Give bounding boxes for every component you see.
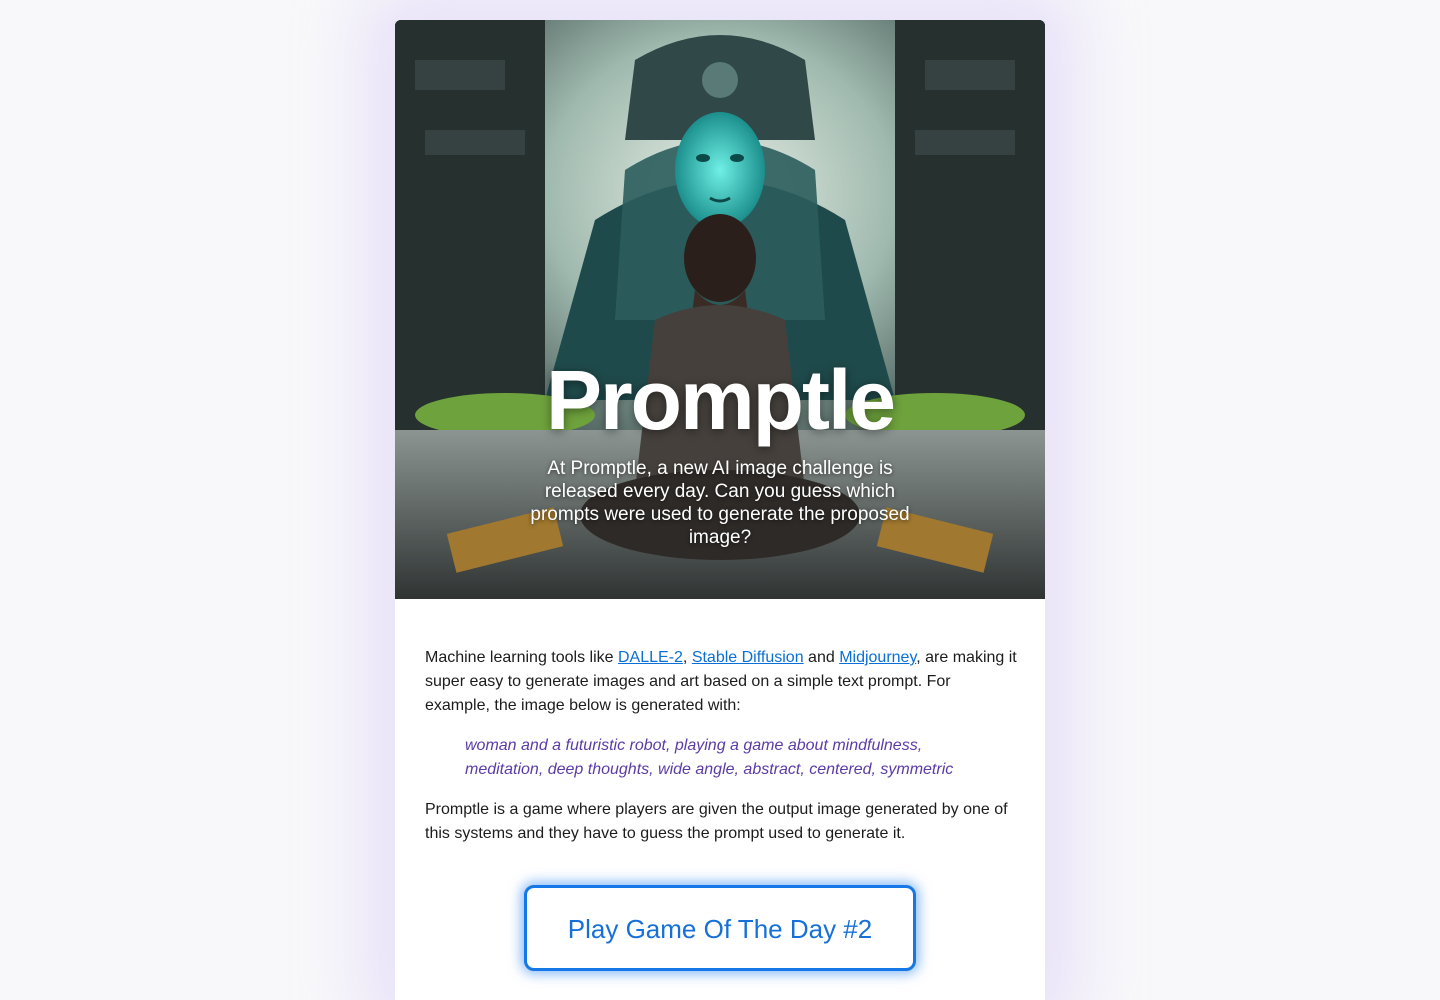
main-card: Promptle At Promptle, a new AI image cha… (395, 20, 1045, 1000)
link-dalle-2[interactable]: DALLE-2 (618, 649, 683, 666)
example-prompt: woman and a futuristic robot, playing a … (465, 737, 954, 778)
link-midjourney[interactable]: Midjourney (839, 649, 916, 666)
link-stable-diffusion[interactable]: Stable Diffusion (692, 649, 804, 666)
play-game-button[interactable]: Play Game Of The Day #2 (524, 885, 916, 971)
intro-section: Machine learning tools like DALLE-2, Sta… (425, 646, 1017, 846)
intro-sep-comma: , (682, 649, 692, 666)
hero-banner: Promptle At Promptle, a new AI image cha… (395, 20, 1045, 599)
intro-paragraph: Machine learning tools like DALLE-2, Sta… (425, 646, 1017, 718)
cta-wrapper: Play Game Of The Day #2 (395, 885, 1045, 971)
intro-text-before: Machine learning tools like (425, 649, 618, 666)
hero-subtitle: At Promptle, a new AI image challenge is… (530, 458, 910, 548)
hero-title: Promptle (545, 353, 896, 447)
intro-sep-and: and (803, 649, 840, 666)
game-description: Promptle is a game where players are giv… (425, 801, 1008, 842)
